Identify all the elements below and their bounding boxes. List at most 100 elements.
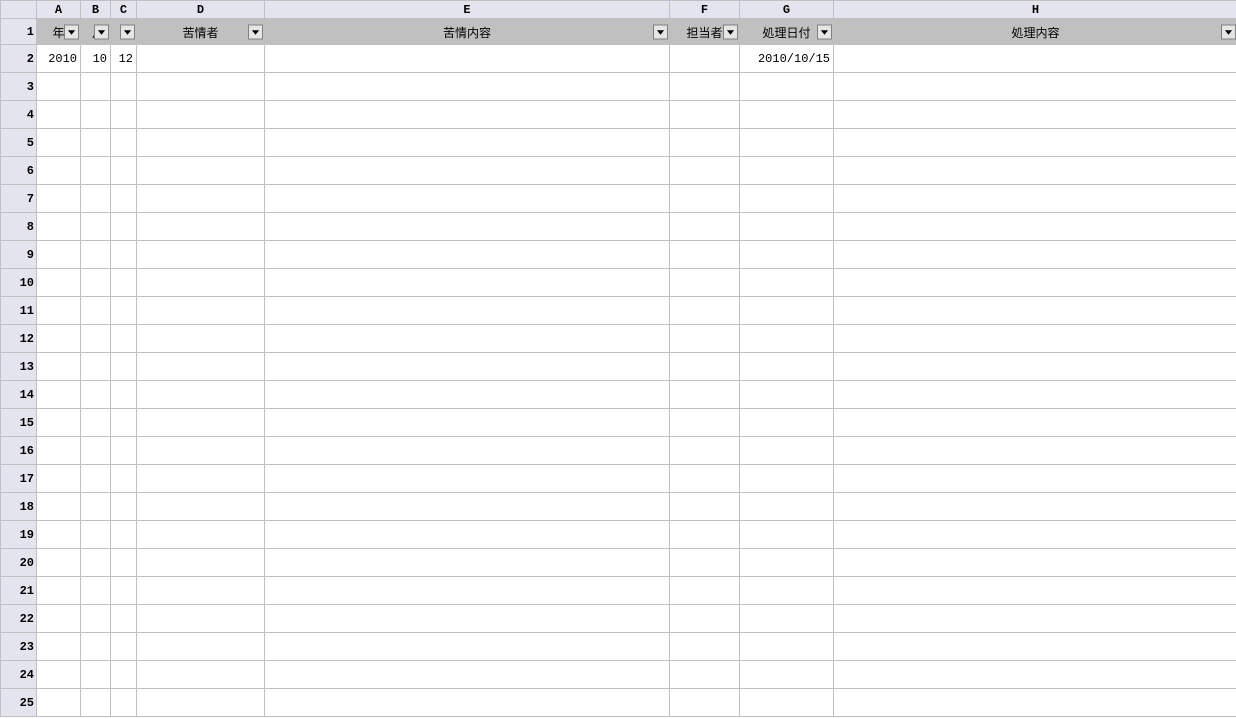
cell-G3[interactable] [740, 73, 834, 101]
cell-A6[interactable] [37, 157, 81, 185]
row-header-17[interactable]: 17 [1, 465, 37, 493]
cell-F7[interactable] [670, 185, 740, 213]
cell-E14[interactable] [265, 381, 670, 409]
cell-D21[interactable] [137, 577, 265, 605]
row-header-1[interactable]: 1 [1, 19, 37, 45]
cell-F4[interactable] [670, 101, 740, 129]
cell-B3[interactable] [81, 73, 111, 101]
cell-G7[interactable] [740, 185, 834, 213]
cell-E12[interactable] [265, 325, 670, 353]
cell-A15[interactable] [37, 409, 81, 437]
cell-A19[interactable] [37, 521, 81, 549]
row-header-15[interactable]: 15 [1, 409, 37, 437]
cell-B6[interactable] [81, 157, 111, 185]
cell-H19[interactable] [834, 521, 1236, 549]
cell-H3[interactable] [834, 73, 1236, 101]
cell-F21[interactable] [670, 577, 740, 605]
cell-F18[interactable] [670, 493, 740, 521]
row-header-11[interactable]: 11 [1, 297, 37, 325]
cell-F19[interactable] [670, 521, 740, 549]
filter-dropdown-icon[interactable] [120, 24, 135, 39]
cell-E8[interactable] [265, 213, 670, 241]
cell-D4[interactable] [137, 101, 265, 129]
cell-D15[interactable] [137, 409, 265, 437]
cell-A3[interactable] [37, 73, 81, 101]
cell-C18[interactable] [111, 493, 137, 521]
cell-B18[interactable] [81, 493, 111, 521]
filter-header-H[interactable]: 処理内容 [834, 19, 1236, 45]
row-header-8[interactable]: 8 [1, 213, 37, 241]
cell-F17[interactable] [670, 465, 740, 493]
cell-A21[interactable] [37, 577, 81, 605]
cell-C11[interactable] [111, 297, 137, 325]
column-header-H[interactable]: H [834, 1, 1236, 19]
cell-A16[interactable] [37, 437, 81, 465]
cell-B16[interactable] [81, 437, 111, 465]
cell-E7[interactable] [265, 185, 670, 213]
row-header-22[interactable]: 22 [1, 605, 37, 633]
cell-D23[interactable] [137, 633, 265, 661]
filter-header-A[interactable]: 年 [37, 19, 81, 45]
cell-F6[interactable] [670, 157, 740, 185]
cell-A11[interactable] [37, 297, 81, 325]
cell-H15[interactable] [834, 409, 1236, 437]
cell-G21[interactable] [740, 577, 834, 605]
cell-F2[interactable] [670, 45, 740, 73]
cell-B11[interactable] [81, 297, 111, 325]
cell-C20[interactable] [111, 549, 137, 577]
row-header-4[interactable]: 4 [1, 101, 37, 129]
cell-E10[interactable] [265, 269, 670, 297]
filter-header-F[interactable]: 担当者 [670, 19, 740, 45]
cell-E24[interactable] [265, 661, 670, 689]
cell-E18[interactable] [265, 493, 670, 521]
cell-F20[interactable] [670, 549, 740, 577]
cell-A25[interactable] [37, 689, 81, 717]
cell-B19[interactable] [81, 521, 111, 549]
cell-H22[interactable] [834, 605, 1236, 633]
cell-F14[interactable] [670, 381, 740, 409]
cell-F8[interactable] [670, 213, 740, 241]
cell-C24[interactable] [111, 661, 137, 689]
cell-H16[interactable] [834, 437, 1236, 465]
row-header-18[interactable]: 18 [1, 493, 37, 521]
cell-D22[interactable] [137, 605, 265, 633]
cell-G20[interactable] [740, 549, 834, 577]
cell-F22[interactable] [670, 605, 740, 633]
cell-C21[interactable] [111, 577, 137, 605]
cell-B14[interactable] [81, 381, 111, 409]
column-header-E[interactable]: E [265, 1, 670, 19]
cell-A13[interactable] [37, 353, 81, 381]
cell-E15[interactable] [265, 409, 670, 437]
cell-D11[interactable] [137, 297, 265, 325]
cell-G14[interactable] [740, 381, 834, 409]
row-header-3[interactable]: 3 [1, 73, 37, 101]
cell-F16[interactable] [670, 437, 740, 465]
row-header-9[interactable]: 9 [1, 241, 37, 269]
filter-dropdown-icon[interactable] [64, 24, 79, 39]
cell-C2[interactable]: 12 [111, 45, 137, 73]
cell-B5[interactable] [81, 129, 111, 157]
cell-B17[interactable] [81, 465, 111, 493]
cell-B8[interactable] [81, 213, 111, 241]
cell-E11[interactable] [265, 297, 670, 325]
cell-G18[interactable] [740, 493, 834, 521]
cell-E22[interactable] [265, 605, 670, 633]
cell-H6[interactable] [834, 157, 1236, 185]
cell-D24[interactable] [137, 661, 265, 689]
cell-E9[interactable] [265, 241, 670, 269]
cell-D10[interactable] [137, 269, 265, 297]
cell-C3[interactable] [111, 73, 137, 101]
cell-E2[interactable] [265, 45, 670, 73]
cell-A24[interactable] [37, 661, 81, 689]
cell-A10[interactable] [37, 269, 81, 297]
cell-G25[interactable] [740, 689, 834, 717]
cell-C14[interactable] [111, 381, 137, 409]
cell-E19[interactable] [265, 521, 670, 549]
cell-D13[interactable] [137, 353, 265, 381]
cell-G2[interactable]: 2010/10/15 [740, 45, 834, 73]
cell-B15[interactable] [81, 409, 111, 437]
cell-H10[interactable] [834, 269, 1236, 297]
cell-B2[interactable]: 10 [81, 45, 111, 73]
cell-B9[interactable] [81, 241, 111, 269]
cell-E20[interactable] [265, 549, 670, 577]
